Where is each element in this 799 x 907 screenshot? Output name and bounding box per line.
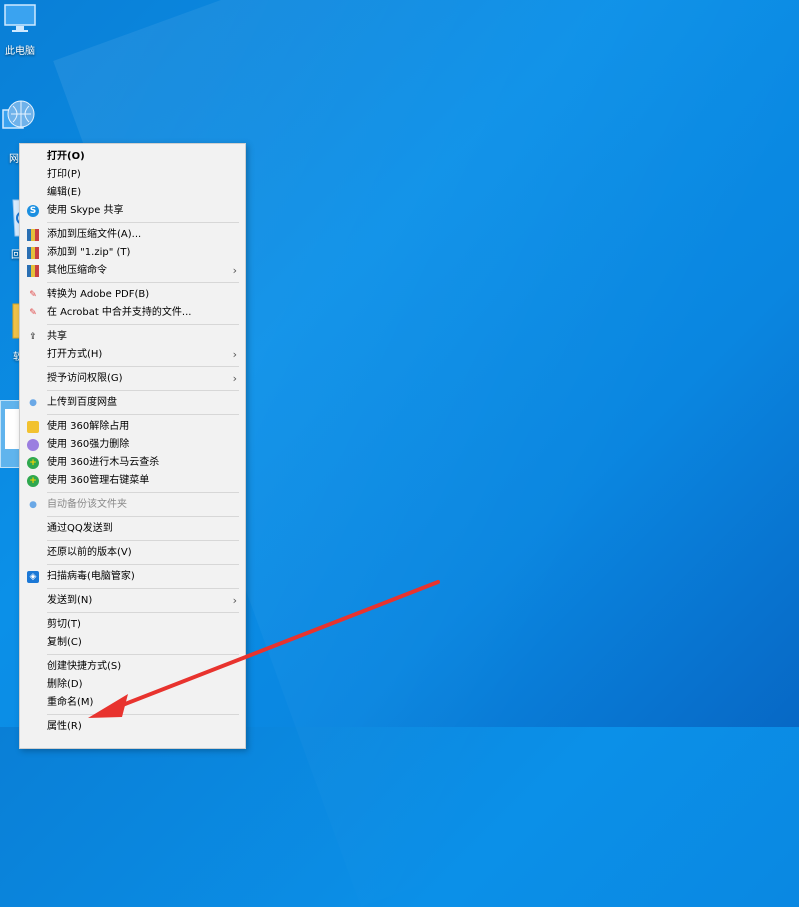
- annotation-arrow: [88, 580, 440, 718]
